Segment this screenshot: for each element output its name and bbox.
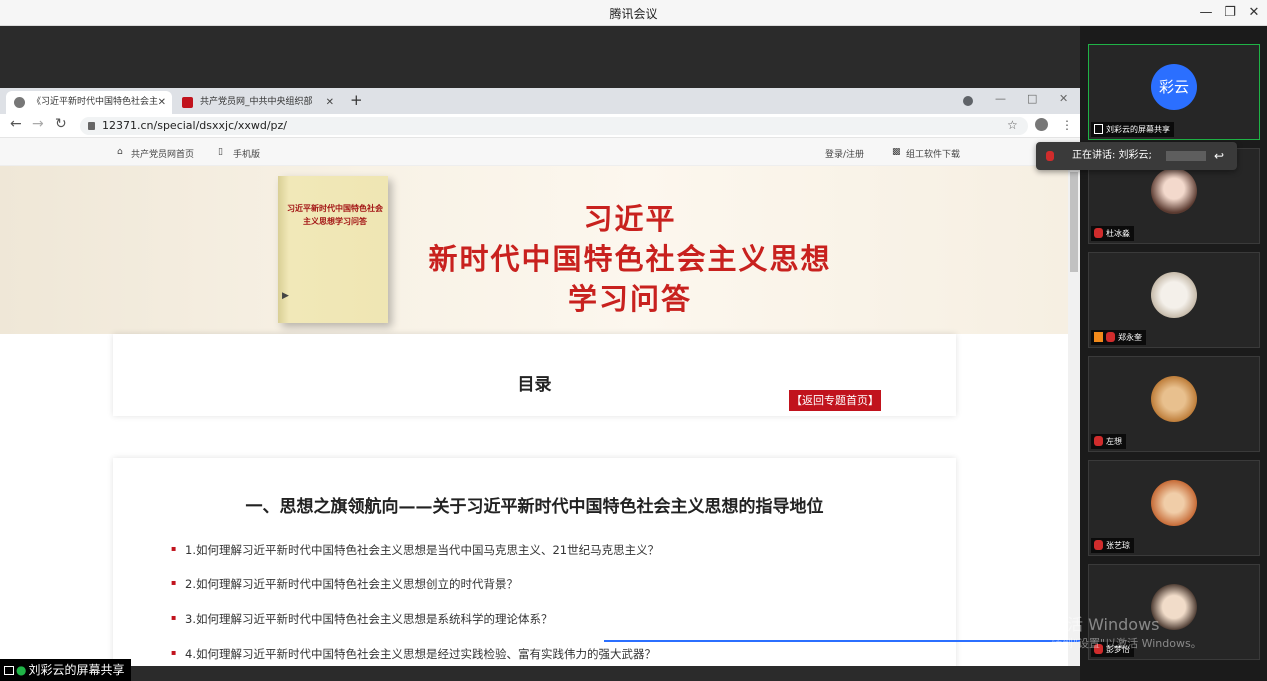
back-to-topic-button[interactable]: 【返回专题首页】 [789, 390, 881, 411]
mic-muted-icon [1094, 540, 1103, 550]
browser-close-icon[interactable]: ✕ [1059, 92, 1068, 105]
browser-tabstrip: 《习近平新时代中国特色社会主 ✕ 共产党员网_中共中央组织部 ✕ + — □ ✕ [0, 88, 1080, 114]
banner-title-line2: 新时代中国特色社会主义思想 [428, 242, 832, 276]
participant-nametag: 张艺琼 [1091, 538, 1134, 553]
book-title: 习近平新时代中国特色社会主义思想学习问答 [287, 203, 383, 226]
browser-minimize-icon[interactable]: — [995, 92, 1006, 105]
banner-title-line1: 习近平 [583, 202, 677, 236]
banner-title-line3: 学习问答 [567, 282, 692, 316]
participant-sidebar: 彩云 刘彩云的屏幕共享 杜冰淼 郑永奎 左想 张艺琼 彭梦怡 [1080, 26, 1267, 681]
participant-nametag: 郑永奎 [1091, 330, 1146, 345]
download-icon: ▩ [892, 147, 901, 157]
reload-icon[interactable]: ↻ [55, 116, 67, 132]
record-icon[interactable] [963, 96, 973, 106]
participant-name: 张艺琼 [1106, 541, 1130, 550]
party-emblem-icon [182, 97, 193, 108]
share-border [604, 640, 1080, 642]
participant-nametag: 杜冰淼 [1091, 226, 1134, 241]
book-cover-image: 习近平新时代中国特色社会主义思想学习问答 [278, 176, 388, 323]
screen-share-icon [1094, 124, 1103, 134]
bookmark-star-icon[interactable]: ☆ [1007, 118, 1018, 132]
browser-tab-active[interactable]: 《习近平新时代中国特色社会主 ✕ [6, 91, 172, 114]
tab-close-icon[interactable]: ✕ [158, 91, 166, 114]
speaking-label: 正在讲话: 刘彩云; [1072, 150, 1152, 161]
question-link[interactable]: 4.如何理解习近平新时代中国特色社会主义思想是经过实践检验、富有实践伟力的强大武… [171, 646, 656, 662]
question-link[interactable]: 1.如何理解习近平新时代中国特色社会主义思想是当代中国马克思主义、21世纪马克思… [171, 542, 659, 558]
avatar [1151, 480, 1197, 526]
reply-icon[interactable]: ↩ [1214, 142, 1224, 170]
question-link[interactable]: 3.如何理解习近平新时代中国特色社会主义思想是系统科学的理论体系？ [171, 611, 552, 627]
section-card: 一、思想之旗领航向——关于习近平新时代中国特色社会主义思想的指导地位 1.如何理… [113, 458, 956, 666]
windows-activation-watermark: 激活 Windows 转到"设置"以激活 Windows。 [1051, 611, 1202, 651]
question-link[interactable]: 2.如何理解习近平新时代中国特色社会主义思想创立的时代背景？ [171, 576, 518, 592]
new-tab-icon[interactable]: + [350, 91, 363, 109]
participant-tile[interactable]: 郑永奎 [1088, 252, 1260, 348]
tab-close-icon[interactable]: ✕ [326, 91, 334, 114]
screen-share-label: ● 刘彩云的屏幕共享 [0, 659, 131, 681]
mic-icon: ● [16, 663, 27, 677]
participant-nametag: 左想 [1091, 434, 1126, 449]
toc-card: 目录 【返回专题首页】 [113, 334, 956, 416]
avatar [1151, 168, 1197, 214]
mobile-link[interactable]: 手机版 [233, 147, 260, 160]
shared-screen: 《习近平新时代中国特色社会主 ✕ 共产党员网_中共中央组织部 ✕ + — □ ✕… [0, 26, 1080, 681]
mobile-icon: ▯ [218, 147, 223, 157]
menu-dots-icon[interactable]: ⋮ [1061, 118, 1073, 132]
participant-name: 左想 [1106, 437, 1122, 446]
app-title: 腾讯会议 [609, 7, 658, 21]
participant-tile[interactable]: 左想 [1088, 356, 1260, 452]
mic-muted-icon [1094, 436, 1103, 446]
mic-muted-icon [1094, 228, 1103, 238]
browser-tab[interactable]: 共产党员网_中共中央组织部 ✕ [174, 91, 340, 114]
download-link[interactable]: 组工软件下载 [906, 147, 960, 160]
screen-share-icon [4, 666, 14, 675]
minimize-icon[interactable]: — [1195, 3, 1217, 23]
mouse-cursor: ▶ [282, 291, 289, 301]
login-link[interactable]: 登录/注册 [825, 147, 864, 160]
back-icon[interactable]: ← [10, 116, 22, 132]
browser-maximize-icon[interactable]: □ [1027, 92, 1037, 105]
screen-share-name: 刘彩云的屏幕共享 [28, 663, 125, 677]
participant-name: 刘彩云的屏幕共享 [1106, 125, 1170, 134]
globe-icon [14, 97, 25, 108]
avatar: 彩云 [1151, 64, 1197, 110]
user-icon [1094, 332, 1103, 342]
close-icon[interactable]: ✕ [1243, 3, 1265, 23]
app-titlebar: 腾讯会议 — ❐ ✕ [0, 0, 1267, 26]
participant-name: 郑永奎 [1118, 333, 1142, 342]
home-icon: ⌂ [117, 147, 123, 157]
home-link[interactable]: 共产党员网首页 [131, 147, 194, 160]
scrollbar-thumb[interactable] [1070, 172, 1078, 272]
site-topbar: ⌂ 共产党员网首页 ▯ 手机版 登录/注册 ▩ 组工软件下载 [0, 138, 1080, 166]
tab-label: 共产党员网_中共中央组织部 [200, 97, 313, 107]
participant-tile[interactable]: 彩云 刘彩云的屏幕共享 [1088, 44, 1260, 140]
watermark-line2: 转到"设置"以激活 Windows。 [1051, 637, 1202, 650]
participant-tile[interactable]: 张艺琼 [1088, 460, 1260, 556]
page-scrollbar[interactable] [1068, 166, 1080, 666]
address-bar-row: ← → ↻ 12371.cn/special/dsxxjc/xxwd/pz/ ☆… [0, 114, 1080, 138]
section-heading: 一、思想之旗领航向——关于习近平新时代中国特色社会主义思想的指导地位 [245, 497, 824, 517]
profile-icon[interactable] [1035, 118, 1048, 131]
participant-nametag: 刘彩云的屏幕共享 [1091, 122, 1174, 137]
watermark-line1: 激活 Windows [1051, 615, 1160, 634]
restore-icon[interactable]: ❐ [1219, 3, 1241, 23]
forward-icon[interactable]: → [32, 116, 44, 132]
url-input[interactable]: 12371.cn/special/dsxxjc/xxwd/pz/ [80, 117, 1028, 135]
speaking-indicator: 正在讲话: 刘彩云; ↩ [1036, 142, 1237, 170]
shared-browser-window: 《习近平新时代中国特色社会主 ✕ 共产党员网_中共中央组织部 ✕ + — □ ✕… [0, 88, 1080, 666]
lock-icon [88, 122, 95, 130]
url-text: 12371.cn/special/dsxxjc/xxwd/pz/ [102, 119, 288, 132]
avatar [1151, 376, 1197, 422]
mic-muted-icon [1106, 332, 1115, 342]
tab-label: 《习近平新时代中国特色社会主 [32, 97, 159, 107]
avatar [1151, 272, 1197, 318]
page-banner: 习近平新时代中国特色社会主义思想学习问答 习近平 新时代中国特色社会主义思想 学… [0, 166, 1068, 334]
mic-muted-icon [1046, 151, 1054, 161]
participant-name: 杜冰淼 [1106, 229, 1130, 238]
speaker-avatars-icon [1166, 151, 1206, 161]
